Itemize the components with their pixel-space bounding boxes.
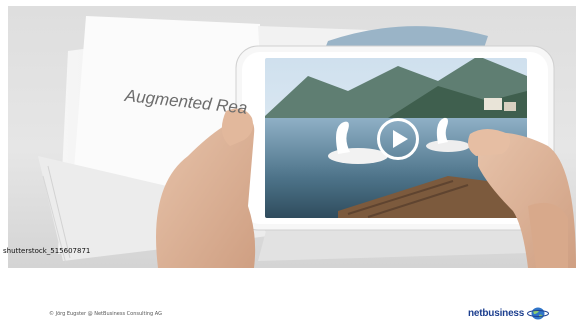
ar-photo-illustration	[38, 16, 576, 268]
copyright-text: © Jörg Eugster @ NetBusiness Consulting …	[49, 311, 163, 317]
play-icon[interactable]	[377, 118, 419, 160]
play-triangle	[393, 130, 408, 148]
footer-divider	[8, 290, 576, 291]
ar-photo: Augmented Rea	[8, 6, 576, 268]
globe-icon	[527, 307, 550, 320]
image-credit: shutterstock_515607871	[3, 247, 91, 255]
slide: Augmented Rea shutterstock_515607871 © J…	[0, 0, 584, 330]
brand-name: netbusiness	[468, 307, 525, 319]
brand-logo: netbusiness	[468, 304, 550, 322]
